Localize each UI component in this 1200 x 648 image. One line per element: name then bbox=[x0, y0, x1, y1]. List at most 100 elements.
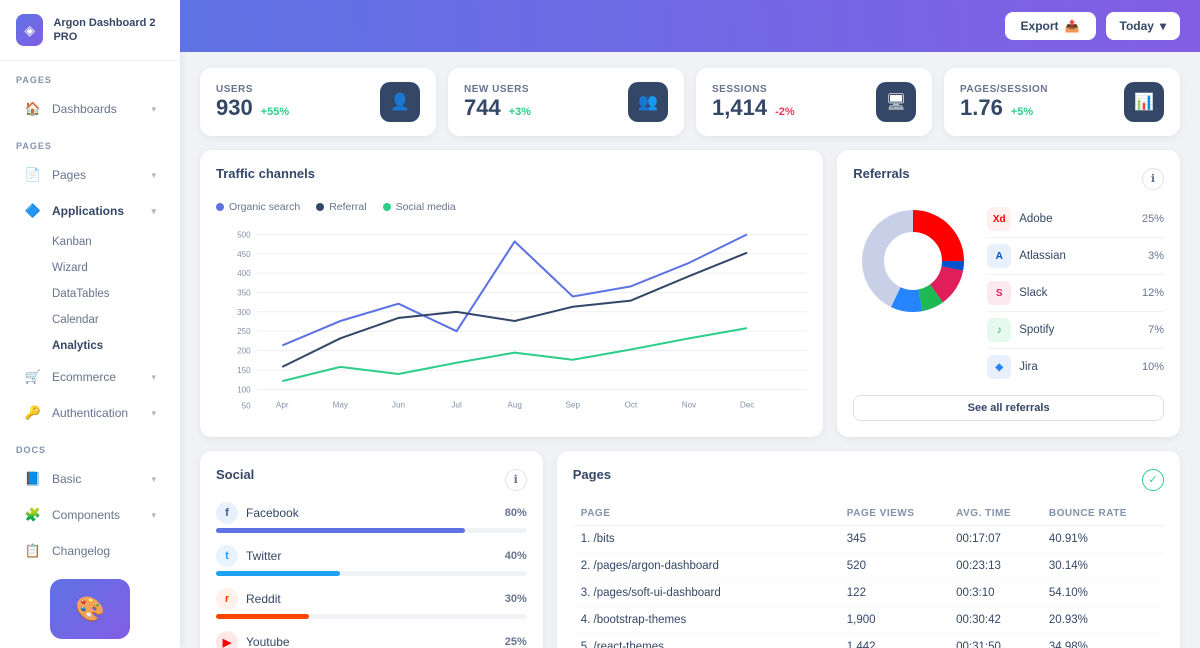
svg-text:100: 100 bbox=[237, 385, 251, 394]
sidebar-item-label: Components bbox=[52, 508, 120, 522]
social-pct: 40% bbox=[505, 550, 527, 562]
svg-text:May: May bbox=[333, 401, 349, 410]
pages-table: Page Page Views Avg. Time Bounce Rate 1.… bbox=[573, 502, 1164, 648]
sidebar-item-label: Pages bbox=[52, 168, 86, 182]
chevron-down-icon: ▾ bbox=[151, 104, 156, 115]
youtube-icon: ▶ bbox=[216, 631, 238, 648]
stat-value: 744 bbox=[464, 95, 501, 121]
stat-card-sessions: SESSIONS 1,414 -2% 🖥 bbox=[696, 68, 932, 136]
referral-pct: 7% bbox=[1148, 324, 1164, 336]
table-cell-views: 1,442 bbox=[839, 634, 948, 648]
stat-change: +3% bbox=[509, 106, 531, 118]
table-cell-page: 1. /bits bbox=[573, 526, 839, 553]
svg-text:Jul: Jul bbox=[451, 401, 462, 410]
social-name: f Facebook bbox=[216, 502, 299, 524]
pages-icon: 📄 bbox=[24, 166, 42, 184]
social-label: Youtube bbox=[246, 635, 290, 648]
basic-icon: 📘 bbox=[24, 470, 42, 488]
social-card-header: Social ℹ bbox=[216, 467, 527, 492]
legend-organic: Organic search bbox=[216, 201, 300, 213]
sidebar-sub-item-calendar[interactable]: Calendar bbox=[8, 308, 172, 332]
sidebar-sub-item-analytics[interactable]: Analytics bbox=[8, 334, 172, 358]
sidebar-sub-item-datatables[interactable]: DataTables bbox=[8, 282, 172, 306]
referral-item-spotify: ♪ Spotify 7% bbox=[987, 312, 1164, 349]
facebook-icon: f bbox=[216, 502, 238, 524]
line-chart-container: 500 450 400 350 300 250 200 150 100 50 A… bbox=[216, 221, 807, 421]
content-area: USERS 930 +55% 👤 NEW USERS 744 +3% bbox=[180, 52, 1200, 648]
referral-pct: 10% bbox=[1142, 361, 1164, 373]
table-cell-page: 3. /pages/soft-ui-dashboard bbox=[573, 580, 839, 607]
col-avgtime: Avg. Time bbox=[948, 502, 1041, 526]
jira-logo: ◆ bbox=[987, 355, 1011, 379]
social-item-header: r Reddit 30% bbox=[216, 588, 527, 610]
table-cell-avg_time: 00:30:42 bbox=[948, 607, 1041, 634]
referral-name: Jira bbox=[1019, 361, 1142, 373]
stat-icon-box: 👥 bbox=[628, 82, 668, 122]
stat-card-pages-session: PAGES/SESSION 1.76 +5% 📊 bbox=[944, 68, 1180, 136]
table-row: 4. /bootstrap-themes1,90000:30:4220.93% bbox=[573, 607, 1164, 634]
today-button[interactable]: Today ▾ bbox=[1106, 12, 1180, 40]
social-info-button[interactable]: ℹ bbox=[505, 469, 527, 491]
pages-card-title: Pages bbox=[573, 467, 611, 482]
sidebar-item-dashboards[interactable]: 🏠 Dashboards ▾ bbox=[8, 92, 172, 126]
reddit-icon: r bbox=[216, 588, 238, 610]
ecommerce-icon: 🛒 bbox=[24, 368, 42, 386]
svg-text:50: 50 bbox=[242, 402, 252, 411]
today-label: Today bbox=[1120, 19, 1154, 33]
sidebar-item-applications[interactable]: 🔷 Applications ▾ bbox=[8, 194, 172, 228]
sidebar-item-label: Applications bbox=[52, 204, 124, 218]
chart-legend: Organic search Referral Social media bbox=[216, 201, 807, 213]
social-pct: 30% bbox=[505, 593, 527, 605]
sidebar-item-label: Authentication bbox=[52, 406, 128, 420]
social-card-title: Social bbox=[216, 467, 254, 482]
sidebar-item-label: Ecommerce bbox=[52, 370, 116, 384]
sidebar-sub-item-kanban[interactable]: Kanban bbox=[8, 230, 172, 254]
referral-name: Spotify bbox=[1019, 324, 1148, 336]
table-cell-bounce: 34.98% bbox=[1041, 634, 1164, 648]
sidebar-item-basic[interactable]: 📘 Basic ▾ bbox=[8, 462, 172, 496]
referrals-info-button[interactable]: ℹ bbox=[1142, 168, 1164, 190]
sidebar-item-authentication[interactable]: 🔑 Authentication ▾ bbox=[8, 396, 172, 430]
referrals-content: Xd Adobe 25% A Atlassian 3% bbox=[853, 201, 1164, 385]
referrals-title: Referrals bbox=[853, 166, 909, 181]
stat-label: USERS bbox=[216, 84, 289, 95]
chevron-down-icon: ▾ bbox=[151, 206, 156, 217]
col-page: Page bbox=[573, 502, 839, 526]
referral-pct: 25% bbox=[1142, 213, 1164, 225]
export-icon: 📤 bbox=[1065, 19, 1080, 33]
spotify-logo: ♪ bbox=[987, 318, 1011, 342]
sidebar-item-ecommerce[interactable]: 🛒 Ecommerce ▾ bbox=[8, 360, 172, 394]
pages-check-button[interactable]: ✓ bbox=[1142, 469, 1164, 491]
referral-item-adobe: Xd Adobe 25% bbox=[987, 201, 1164, 238]
social-item-reddit: r Reddit 30% bbox=[216, 588, 527, 619]
changelog-icon: 📋 bbox=[24, 542, 42, 560]
line-chart-svg: 500 450 400 350 300 250 200 150 100 50 A… bbox=[216, 221, 807, 421]
see-all-referrals-button[interactable]: See all referrals bbox=[853, 395, 1164, 421]
referral-pct: 3% bbox=[1148, 250, 1164, 262]
traffic-chart-title: Traffic channels bbox=[216, 166, 315, 181]
social-item-header: ▶ Youtube 25% bbox=[216, 631, 527, 648]
table-cell-avg_time: 00:3:10 bbox=[948, 580, 1041, 607]
legend-dot-referral bbox=[316, 203, 324, 211]
slack-logo: S bbox=[987, 281, 1011, 305]
sidebar-item-pages[interactable]: 📄 Pages ▾ bbox=[8, 158, 172, 192]
table-cell-page: 5. /react-themes bbox=[573, 634, 839, 648]
logo-text: Argon Dashboard 2 PRO bbox=[53, 16, 164, 45]
stat-card-users: USERS 930 +55% 👤 bbox=[200, 68, 436, 136]
export-button[interactable]: Export 📤 bbox=[1005, 12, 1096, 40]
sidebar-item-components[interactable]: 🧩 Components ▾ bbox=[8, 498, 172, 532]
logo-icon: ◈ bbox=[16, 14, 43, 46]
social-card: Social ℹ f Facebook 80% bbox=[200, 451, 543, 648]
chevron-down-icon: ▾ bbox=[151, 474, 156, 485]
top-header: Export 📤 Today ▾ bbox=[180, 0, 1200, 52]
stat-change: -2% bbox=[775, 106, 795, 118]
stat-change: +5% bbox=[1011, 106, 1033, 118]
progress-bar-fill bbox=[216, 614, 309, 619]
sidebar-item-changelog[interactable]: 📋 Changelog bbox=[8, 534, 172, 568]
sidebar-sub-item-wizard[interactable]: Wizard bbox=[8, 256, 172, 280]
table-cell-views: 122 bbox=[839, 580, 948, 607]
progress-bar-fill bbox=[216, 571, 340, 576]
referral-item-jira: ◆ Jira 10% bbox=[987, 349, 1164, 385]
users-icon: 👥 bbox=[638, 92, 658, 112]
svg-text:150: 150 bbox=[237, 366, 251, 375]
